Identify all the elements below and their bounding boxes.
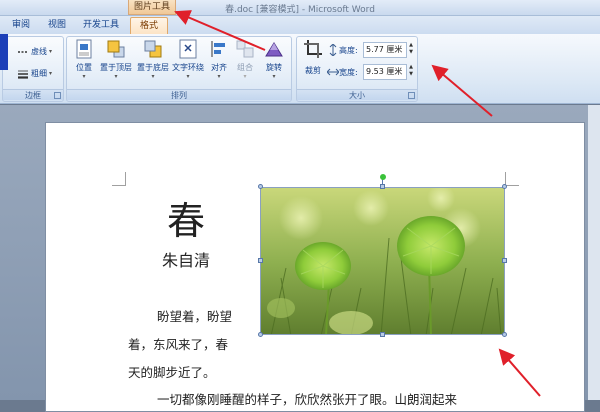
send-to-back-icon [143,39,163,59]
document-author: 朱自清 [162,251,211,270]
dashes-icon [18,50,28,53]
rotation-handle[interactable] [380,174,386,180]
resize-handle-left[interactable] [258,258,263,263]
resize-handle-top-left[interactable] [258,184,263,189]
crop-icon [303,39,323,59]
align-label: 对齐 [211,63,227,72]
weight-button[interactable]: 粗细 ▾ [17,68,52,79]
tab-developer[interactable]: 开发工具 [78,17,124,34]
bring-to-front-button[interactable]: 置于顶层 ▾ [99,39,133,81]
height-label: 高度: [339,46,358,55]
align-icon [209,39,229,59]
margin-corner-top-left [112,172,126,186]
resize-handle-top-right[interactable] [502,184,507,189]
resize-handle-bottom[interactable] [380,332,385,337]
size-dialog-launcher[interactable] [408,92,415,99]
text-wrap-button[interactable]: 文字环绕 ▾ [171,39,205,81]
group-label: 组合 [237,63,253,72]
border-group: 虚线 ▾ 粗细 ▾ 边框 [2,36,64,102]
ribbon-left-edge [0,34,8,70]
arrange-group-label: 排列 [67,89,291,100]
resize-handle-bottom-left[interactable] [258,332,263,337]
size-group: 裁剪 高度: 5.77 厘米 ▲ ▼ 宽度: 9.53 厘米 ▲ ▼ 大小 [296,36,418,102]
width-label: 宽度: [339,68,358,77]
document-title: 春 [167,199,206,243]
position-button[interactable]: 位置 ▾ [71,39,97,81]
resize-handle-top[interactable] [380,184,385,189]
picture-tools-context-label: 图片工具 [128,0,176,15]
text-wrap-label: 文字环绕 [172,63,204,72]
position-label: 位置 [76,63,92,72]
bring-to-front-icon [106,39,126,59]
selected-picture[interactable] [260,187,505,335]
body-line: 着，东风来了，春 [128,337,229,352]
ribbon: 虚线 ▾ 粗细 ▾ 边框 位置 ▾ 置于顶层 ▾ 置于底层 ▾ 文字环绕 ▾ 对… [0,34,600,104]
ribbon-tab-bar: 审阅 视图 开发工具 格式 [0,16,600,34]
rotate-label: 旋转 [266,63,282,72]
dashes-label: 虚线 [31,47,47,56]
crop-button[interactable]: 裁剪 [301,39,325,76]
send-to-back-button[interactable]: 置于底层 ▾ [135,39,171,81]
rotate-icon [264,39,284,59]
crop-label: 裁剪 [305,66,321,75]
bring-to-front-label: 置于顶层 [100,63,132,72]
window-title: 春.doc [兼容模式] - Microsoft Word [225,5,375,15]
height-field[interactable]: 5.77 厘米 [363,42,407,58]
body-line: 一切都像刚睡醒的样子，欣欣然张开了眼。山朗润起来 [157,392,458,407]
align-button[interactable]: 对齐 ▾ [207,39,231,81]
width-field[interactable]: 9.53 厘米 [363,64,407,80]
tab-view[interactable]: 视图 [42,17,72,34]
width-icon [327,68,339,76]
resize-handle-right[interactable] [502,258,507,263]
weight-label: 粗细 [31,69,47,78]
position-icon [74,39,94,59]
body-line: 盼望着，盼望 [157,309,233,324]
group-button[interactable]: 组合 ▾ [233,39,257,81]
line-weight-icon [18,70,28,79]
arrange-group: 位置 ▾ 置于顶层 ▾ 置于底层 ▾ 文字环绕 ▾ 对齐 ▾ 组合 ▾ 旋转 ▾… [66,36,292,102]
tab-format[interactable]: 格式 [130,17,168,34]
group-icon [235,39,255,59]
body-line: 天的脚步近了。 [128,365,216,380]
border-dialog-launcher[interactable] [54,92,61,99]
text-wrap-icon [178,39,198,59]
vertical-scrollbar[interactable] [588,105,600,400]
clover-photo [261,188,504,334]
title-bar: 春.doc [兼容模式] - Microsoft Word [0,0,600,16]
height-icon [329,44,337,56]
send-to-back-label: 置于底层 [137,63,169,72]
resize-handle-bottom-right[interactable] [502,332,507,337]
rotate-button[interactable]: 旋转 ▾ [261,39,287,81]
margin-corner-top-right [505,172,519,186]
width-spinner[interactable]: ▲ ▼ [407,64,415,80]
dashes-button[interactable]: 虚线 ▾ [17,46,52,57]
tab-review[interactable]: 审阅 [6,17,36,34]
height-spinner[interactable]: ▲ ▼ [407,42,415,58]
size-group-label: 大小 [297,89,417,100]
